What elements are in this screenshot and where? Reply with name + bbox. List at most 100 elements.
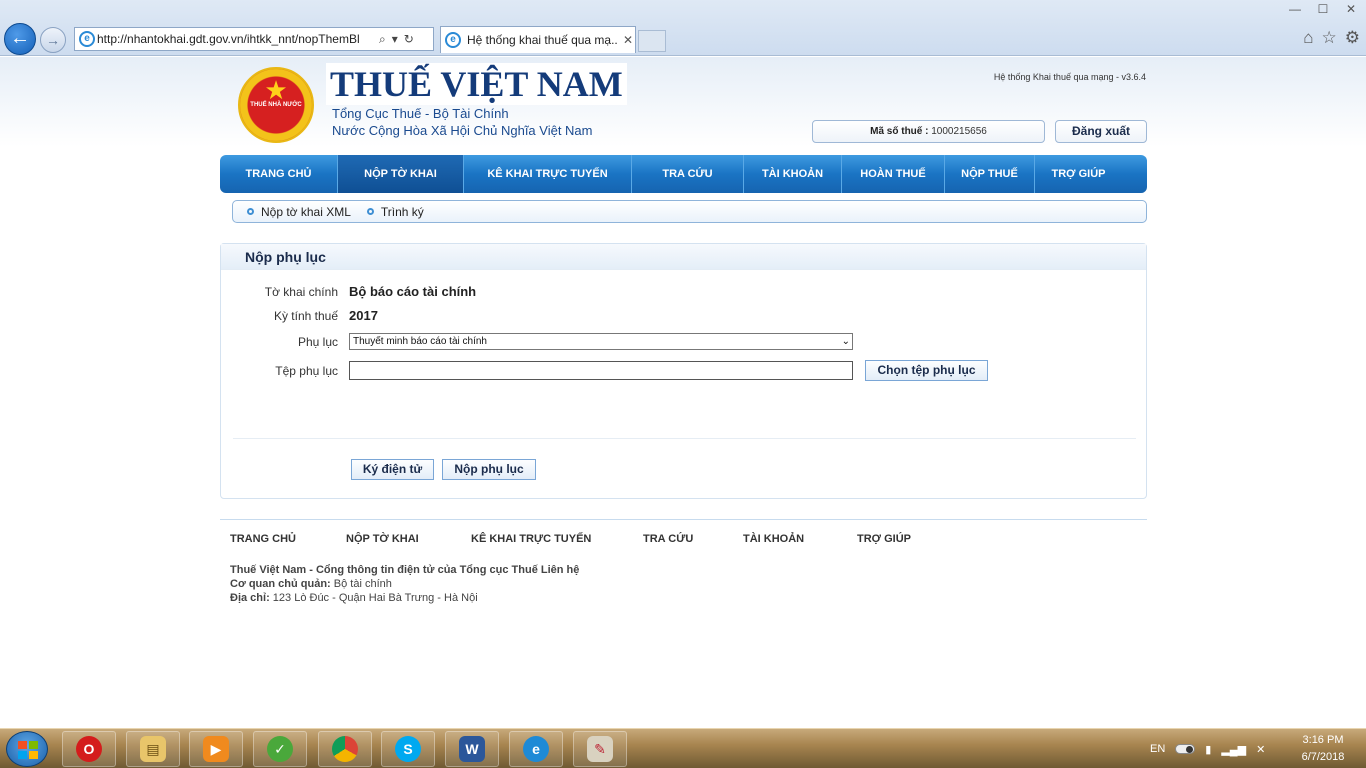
file-row: Tệp phụ lục Chọn tệp phụ lục: [221, 360, 988, 381]
title-bar: — ☐ ✕: [0, 0, 1366, 22]
minimize-icon[interactable]: —: [1286, 2, 1304, 16]
appendix-label: Phụ lục: [297, 334, 338, 349]
file-input[interactable]: [349, 361, 853, 380]
settings-gear-icon[interactable]: ⚙: [1345, 28, 1360, 48]
subnav-label-xml[interactable]: Nộp tờ khai XML: [261, 205, 351, 219]
nav-item-home[interactable]: TRANG CHỦ: [220, 155, 338, 193]
taskbar-coccoc[interactable]: ✓: [253, 731, 307, 767]
nav-item-lookup[interactable]: TRA CỨU: [632, 155, 744, 193]
tab-title[interactable]: Hệ thống khai thuế qua mạ...: [467, 33, 617, 47]
clock-date: 6/7/2018: [1301, 751, 1345, 763]
address-bar[interactable]: e http://nhantokhai.gdt.gov.vn/ihtkk_nnt…: [74, 27, 434, 51]
toggle-icon[interactable]: [1175, 744, 1196, 754]
footer-link-home[interactable]: TRANG CHỦ: [230, 533, 346, 545]
language-indicator[interactable]: EN: [1150, 743, 1165, 755]
panel-title: Nộp phụ lục: [221, 244, 1146, 270]
internet-explorer-icon: e: [523, 736, 549, 762]
footer-link-account[interactable]: TÀI KHOẢN: [743, 533, 857, 545]
subnav-item-xml[interactable]: Nộp tờ khai XML: [247, 205, 351, 219]
logout-button[interactable]: Đăng xuất: [1055, 120, 1147, 143]
choose-file-button[interactable]: Chọn tệp phụ lục: [865, 360, 988, 381]
taskbar: O ▤ ▶ ✓ S W e ✎ EN ▮ ▂▄▆ ✕ 3:16 PM 6/7/2…: [0, 728, 1366, 768]
search-icon[interactable]: ⌕: [379, 32, 386, 47]
footer-link-lookup[interactable]: TRA CỨU: [643, 533, 743, 545]
dropdown-icon[interactable]: ▾: [392, 32, 398, 47]
back-button[interactable]: ←: [4, 23, 36, 55]
main-nav: TRANG CHỦ NỘP TỜ KHAI KÊ KHAI TRỰC TUYẾN…: [220, 155, 1147, 193]
new-tab-button[interactable]: [638, 30, 666, 52]
footer-address-value: 123 Lò Đúc - Quận Hai Bà Trưng - Hà Nội: [272, 592, 478, 604]
footer-address: Địa chỉ: 123 Lò Đúc - Quận Hai Bà Trưng …: [230, 592, 478, 604]
paint-icon: ✎: [587, 736, 613, 762]
nav-item-online-declaration[interactable]: KÊ KHAI TRỰC TUYẾN: [464, 155, 632, 193]
nav-item-pay-tax[interactable]: NỘP THUẾ: [945, 155, 1035, 193]
bullet-icon: [247, 208, 254, 215]
footer-address-label: Địa chỉ:: [230, 592, 270, 604]
footer-link-help[interactable]: TRỢ GIÚP: [857, 533, 937, 545]
period-row: Kỳ tính thuế 2017: [221, 308, 378, 323]
appendix-select[interactable]: Thuyết minh báo cáo tài chính ⌄: [349, 333, 853, 350]
tax-code-label: Mã số thuế :: [870, 126, 929, 137]
volume-muted-icon[interactable]: ✕: [1256, 743, 1265, 756]
web-page: ★ THUẾ NHÀ NƯỚC THUẾ VIỆT NAM Tổng Cục T…: [0, 57, 1366, 727]
subnav-label-sign[interactable]: Trình ký: [381, 205, 424, 219]
taskbar-chrome[interactable]: [318, 731, 372, 767]
nav-item-submit-declaration[interactable]: NỘP TỜ KHAI: [338, 155, 464, 193]
logo-text: THUẾ NHÀ NƯỚC: [250, 102, 302, 108]
browser-toolbar-right: ⌂ ☆ ⚙: [1303, 28, 1360, 48]
maximize-icon[interactable]: ☐: [1314, 2, 1332, 16]
forward-button[interactable]: →: [40, 27, 66, 53]
footer-nav: TRANG CHỦ NỘP TỜ KHAI KÊ KHAI TRỰC TUYẾN…: [230, 533, 937, 545]
taskbar-skype[interactable]: S: [381, 731, 435, 767]
address-url[interactable]: http://nhantokhai.gdt.gov.vn/ihtkk_nnt/n…: [97, 32, 373, 46]
close-window-icon[interactable]: ✕: [1342, 2, 1360, 16]
bullet-icon: [366, 208, 374, 215]
signal-icon[interactable]: ▂▄▆: [1221, 743, 1246, 756]
coccoc-icon: ✓: [267, 736, 293, 762]
ie-favicon-icon: e: [79, 31, 95, 47]
tax-logo: ★ THUẾ NHÀ NƯỚC: [238, 67, 314, 143]
tab-favicon-icon: e: [445, 32, 461, 48]
windows-logo-icon: [18, 741, 38, 759]
submit-appendix-button[interactable]: Nộp phụ lục: [442, 459, 536, 480]
footer-link-online[interactable]: KÊ KHAI TRỰC TUYẾN: [471, 533, 643, 545]
taskbar-opera[interactable]: O: [62, 731, 116, 767]
home-icon[interactable]: ⌂: [1303, 28, 1313, 48]
sign-button[interactable]: Ký điện tử: [351, 459, 434, 480]
brand-subtitle-1: Tổng Cục Thuế - Bộ Tài Chính: [332, 106, 509, 121]
taskbar-paint[interactable]: ✎: [573, 731, 627, 767]
clock-time: 3:16 PM: [1302, 734, 1344, 746]
clock[interactable]: 3:16 PM 6/7/2018: [1286, 732, 1360, 766]
taskbar-ie[interactable]: e: [509, 731, 563, 767]
nav-item-account[interactable]: TÀI KHOẢN: [744, 155, 842, 193]
subnav-item-sign[interactable]: Trình ký: [366, 205, 424, 219]
browser-tab[interactable]: e Hệ thống khai thuế qua mạ... ✕: [440, 26, 636, 53]
start-button[interactable]: [6, 731, 48, 767]
window-controls: — ☐ ✕: [1286, 2, 1360, 16]
main-form-label: Tờ khai chính: [264, 284, 338, 299]
battery-icon[interactable]: ▮: [1205, 743, 1211, 756]
nav-item-tax-refund[interactable]: HOÀN THUẾ: [842, 155, 945, 193]
footer-agency-label: Cơ quan chủ quản:: [230, 578, 331, 590]
tax-code-value: 1000215656: [931, 126, 987, 137]
chrome-icon: [332, 736, 358, 762]
brand-title: THUẾ VIỆT NAM: [326, 63, 627, 105]
browser-chrome: — ☐ ✕ ← → e http://nhantokhai.gdt.gov.vn…: [0, 0, 1366, 56]
refresh-icon[interactable]: ↻: [404, 32, 414, 47]
tab-close-icon[interactable]: ✕: [623, 33, 633, 47]
taskbar-media[interactable]: ▶: [189, 731, 243, 767]
nav-item-help[interactable]: TRỢ GIÚP: [1035, 155, 1122, 193]
system-version: Hệ thống Khai thuế qua mạng - v3.6.4: [993, 72, 1146, 82]
footer-agency: Cơ quan chủ quản: Bộ tài chính: [230, 578, 392, 590]
appendix-selected-value[interactable]: Thuyết minh báo cáo tài chính: [353, 336, 487, 347]
opera-icon: O: [76, 736, 102, 762]
footer-link-submit[interactable]: NỘP TỜ KHAI: [346, 533, 471, 545]
period-value: 2017: [349, 308, 378, 323]
taskbar-word[interactable]: W: [445, 731, 499, 767]
address-tools: ⌕ ▾ ↻: [379, 32, 414, 47]
skype-icon: S: [395, 736, 421, 762]
panel-divider: [233, 438, 1136, 439]
favorites-star-icon[interactable]: ☆: [1322, 28, 1337, 48]
taskbar-explorer[interactable]: ▤: [126, 731, 180, 767]
chevron-down-icon[interactable]: ⌄: [842, 334, 850, 349]
